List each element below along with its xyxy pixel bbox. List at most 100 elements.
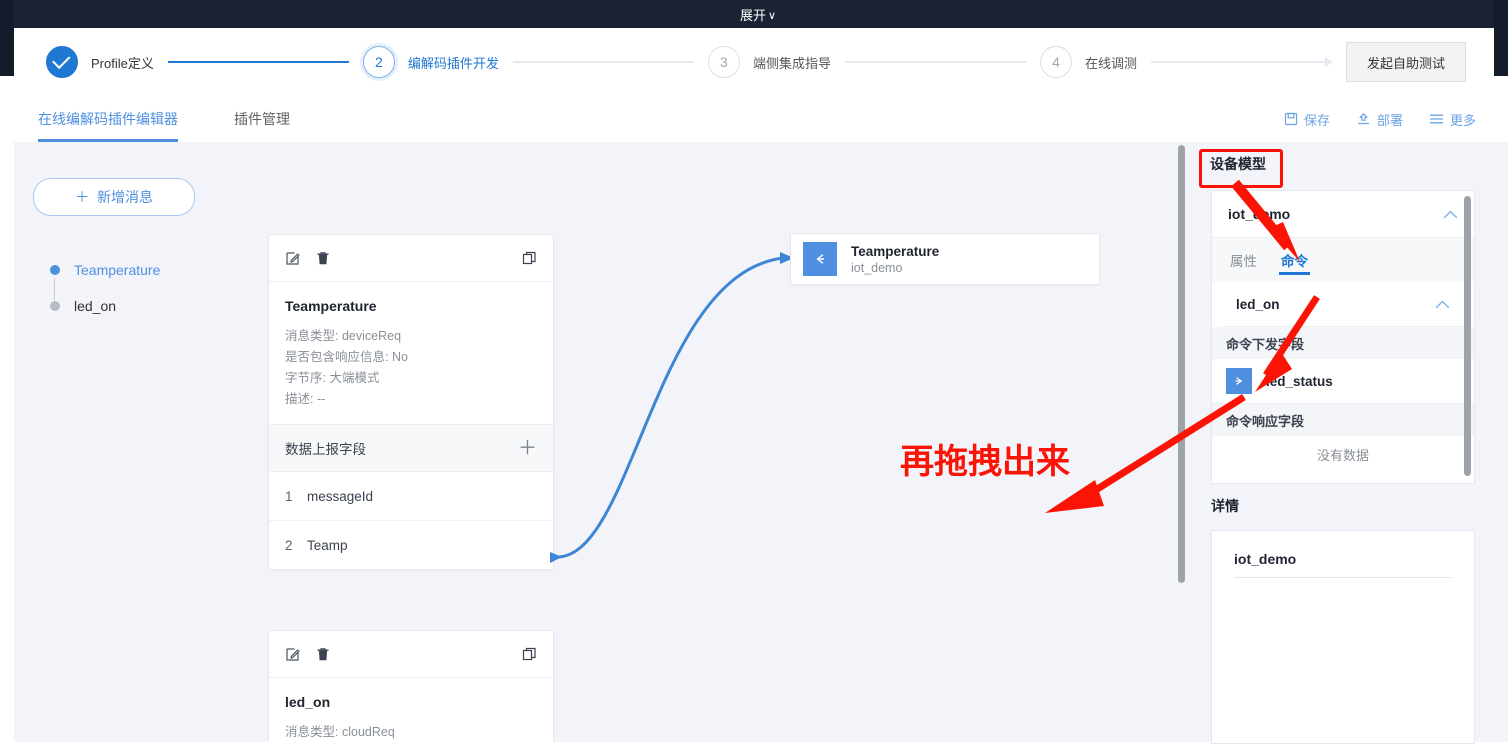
card-title: Teamperature (285, 298, 377, 314)
message-name: Teamperature (74, 262, 161, 278)
node-subtitle: iot_demo (851, 260, 903, 275)
detail-name: iot_demo (1234, 551, 1297, 567)
step-4-label: 在线调测 (1084, 55, 1137, 71)
detail-card: iot_demo (1211, 530, 1475, 744)
tab-commands[interactable]: 命令 (1279, 238, 1310, 282)
menu-icon (1429, 113, 1444, 125)
detail-title: 详情 (1211, 498, 1239, 514)
model-name: iot_demo (1228, 206, 1291, 222)
copy-icon[interactable] (522, 647, 537, 662)
message-card-led-on[interactable]: led_on 消息类型: cloudReq (268, 630, 554, 742)
add-message-label: 新增消息 (97, 189, 153, 205)
tab-group: 在线编解码插件编辑器 插件管理 (38, 96, 290, 142)
card-prop-0: 消息类型: cloudReq (285, 725, 395, 739)
tab-plugin-management[interactable]: 插件管理 (234, 96, 290, 142)
list-item-teamperature[interactable]: Teamperature (50, 252, 230, 300)
field-row[interactable]: 1 messageId (269, 472, 553, 521)
device-node-teamperature[interactable]: Teamperature iot_demo (790, 233, 1100, 285)
card-prop-3: 描述: -- (285, 392, 326, 406)
step-2-circle: 2 (362, 46, 395, 78)
command-arrow-icon (803, 242, 837, 276)
step-3-circle: 3 (707, 46, 740, 78)
annotation-box-device-model (1199, 149, 1283, 188)
prop-key: 描述 (285, 392, 311, 406)
message-list: Teamperature led_on (50, 252, 230, 324)
model-tab-group: 属性 命令 (1212, 238, 1474, 282)
self-test-button[interactable]: 发起自助测试 (1346, 42, 1467, 82)
chevron-up-icon[interactable] (1435, 297, 1450, 312)
app-root: 展开 ∨ Profile定义 2 编解码插件开发 3 端侧集成指导 4 在线调测… (0, 0, 1508, 744)
field-index: 1 (285, 488, 293, 504)
save-icon (1284, 112, 1298, 126)
message-name: led_on (74, 298, 117, 314)
section-label: 数据上报字段 (285, 442, 366, 457)
step-3[interactable]: 3 端侧集成指导 (707, 46, 831, 78)
deploy-icon (1356, 112, 1371, 126)
step-1-circle (46, 46, 78, 78)
tab-properties[interactable]: 属性 (1230, 238, 1257, 282)
more-button[interactable]: 更多 (1429, 110, 1476, 129)
toolbar: 保存 部署 更多 (1284, 96, 1476, 142)
chevron-up-icon[interactable] (1443, 207, 1458, 222)
stepper-line-1 (167, 61, 349, 63)
step-4-circle: 4 (1039, 46, 1072, 78)
card-toolbar (269, 235, 553, 282)
field-name: Teamp (307, 537, 348, 553)
canvas-scrollbar[interactable] (1178, 145, 1185, 583)
prop-key: 消息类型 (285, 329, 336, 343)
save-button[interactable]: 保存 (1284, 110, 1330, 129)
node-text: Teamperature iot_demo (851, 244, 939, 275)
detail-divider (1234, 577, 1452, 578)
prop-value: 大端模式 (329, 371, 380, 385)
chevron-down-icon: ∨ (767, 9, 777, 22)
step-3-label: 端侧集成指导 (752, 55, 831, 71)
add-message-button[interactable]: ＋ 新增消息 (33, 178, 195, 216)
card-prop-1: 是否包含响应信息: No (285, 350, 408, 364)
step-4[interactable]: 4 在线调测 (1039, 46, 1137, 78)
list-item-led-on[interactable]: led_on (50, 288, 230, 324)
model-header[interactable]: iot_demo (1212, 191, 1474, 238)
edit-icon[interactable] (285, 647, 300, 662)
field-name: messageId (307, 488, 374, 504)
step-2[interactable]: 2 编解码插件开发 (362, 46, 499, 78)
field-row[interactable]: 2 Teamp (269, 521, 553, 569)
deploy-label: 部署 (1376, 112, 1403, 128)
message-card-teamperature[interactable]: Teamperature 消息类型: deviceReq 是否包含响应信息: N… (268, 234, 554, 570)
plus-icon: ＋ (75, 189, 89, 205)
card-body: led_on 消息类型: cloudReq (269, 678, 553, 742)
step-1-label: Profile定义 (91, 55, 154, 71)
deploy-button[interactable]: 部署 (1356, 110, 1403, 129)
prop-value: cloudReq (341, 725, 395, 739)
command-name: led_on (1236, 296, 1280, 312)
stepper-line-3 (844, 61, 1026, 63)
command-header-led-on[interactable]: led_on (1222, 282, 1464, 327)
right-dark-strip (1494, 0, 1508, 76)
save-label: 保存 (1303, 112, 1330, 128)
downlink-field-led-status[interactable]: led_status (1212, 359, 1474, 404)
stepper-line-2 (512, 61, 694, 63)
copy-icon[interactable] (522, 251, 537, 266)
card-body: Teamperature 消息类型: deviceReq 是否包含响应信息: N… (269, 282, 553, 424)
field-name: led_status (1266, 373, 1333, 389)
model-card-scrollbar[interactable] (1464, 196, 1471, 476)
response-fields-label: 命令响应字段 (1212, 404, 1474, 436)
response-empty-text: 没有数据 (1212, 436, 1474, 472)
card-prop-2: 字节序: 大端模式 (285, 371, 380, 385)
check-icon (52, 50, 71, 70)
expand-label: 展开 (739, 7, 766, 23)
step-2-label: 编解码插件开发 (407, 55, 499, 71)
add-field-icon[interactable]: ＋ (518, 439, 537, 458)
status-dot-icon (50, 265, 60, 275)
card-toolbar (269, 631, 553, 678)
field-index: 2 (285, 537, 293, 553)
card-prop-0: 消息类型: deviceReq (285, 329, 402, 343)
edit-icon[interactable] (285, 251, 300, 266)
tab-bar: 在线编解码插件编辑器 插件管理 保存 部署 更多 (14, 96, 1494, 143)
device-model-card: iot_demo 属性 命令 led_on 命令下发字段 led_status … (1211, 190, 1475, 484)
expand-collapse-tab[interactable]: 展开 ∨ (704, 0, 812, 28)
prop-key: 字节序 (285, 371, 323, 385)
delete-icon[interactable] (316, 647, 330, 662)
tab-online-codec-editor[interactable]: 在线编解码插件编辑器 (38, 96, 178, 142)
step-1[interactable]: Profile定义 (46, 46, 154, 78)
delete-icon[interactable] (316, 251, 330, 266)
